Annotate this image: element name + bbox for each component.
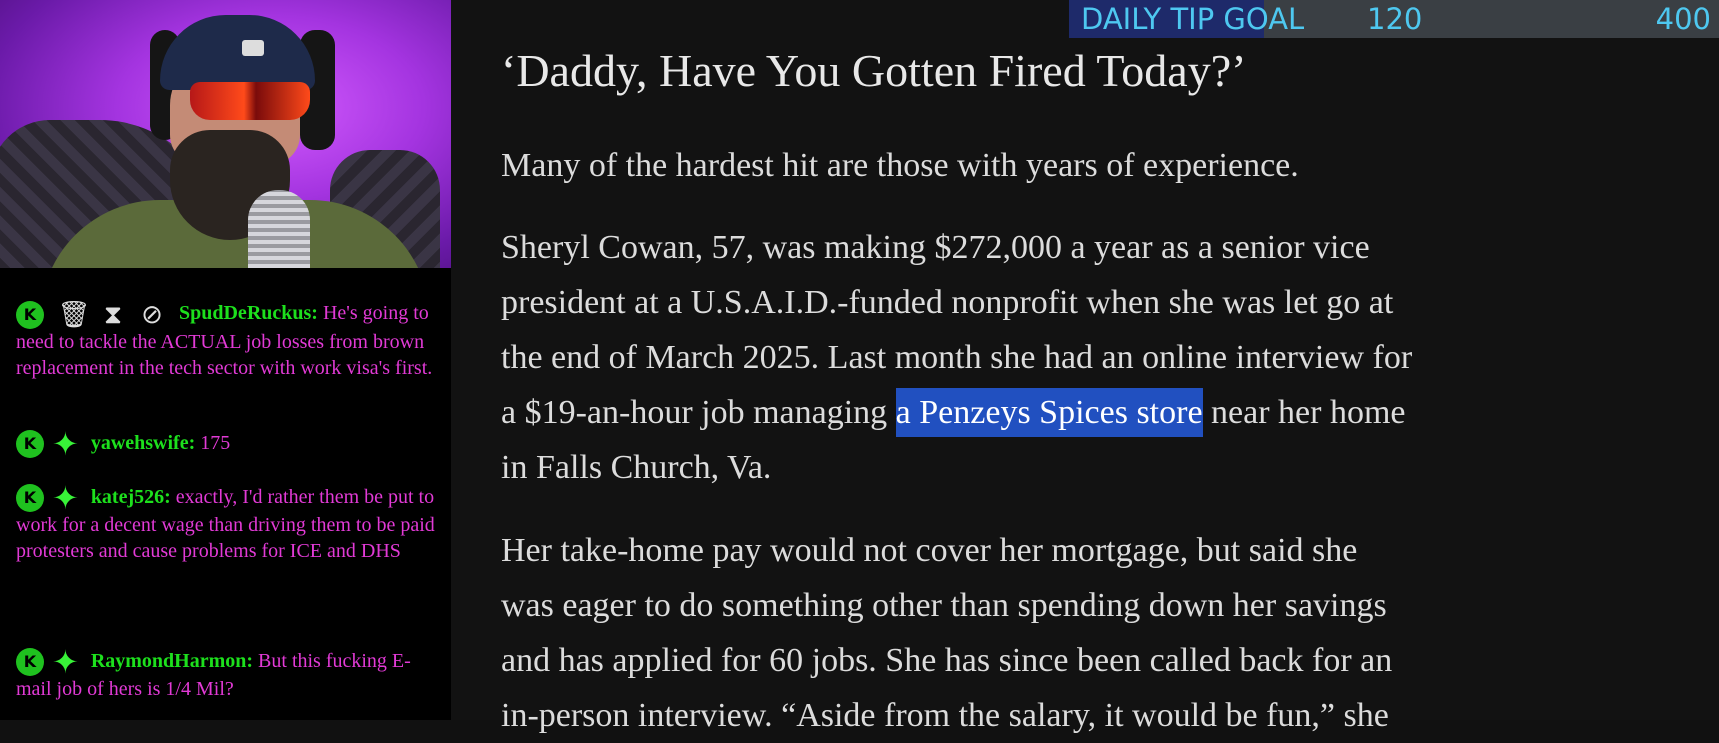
paragraph-line: and has applied for 60 jobs. She has sin… xyxy=(501,642,1393,679)
message-badges: K 🗑 ⧗ ⊘ xyxy=(16,300,169,329)
sparkle-icon: ✦ xyxy=(52,425,79,464)
chat-username[interactable]: SpudDeRuckus: xyxy=(179,302,318,324)
chat-text: 175 xyxy=(200,432,231,454)
sparkle-icon: ✦ xyxy=(52,643,79,682)
article-title: ‘Daddy, Have You Gotten Fired Today?’ xyxy=(501,45,1247,96)
ban-icon[interactable]: ⊘ xyxy=(135,302,169,328)
chat-username[interactable]: katej526: xyxy=(91,486,171,508)
sparkle-icon: ✦ xyxy=(52,479,79,518)
chat-message: K ✦ katej526: exactly, I'd rather them be … xyxy=(16,479,446,564)
tip-goal-target: 400 xyxy=(1655,2,1711,36)
chat-username[interactable]: RaymondHarmon: xyxy=(91,650,253,672)
tip-goal-bar: DAILY TIP GOAL 120 400 xyxy=(1069,0,1719,38)
paragraph-line: was eager to do something other than spe… xyxy=(501,587,1387,624)
selected-link-text[interactable]: a Penzeys Spices store xyxy=(895,388,1203,437)
cap-logo xyxy=(242,40,264,56)
paragraph-line: a $19-an-hour job managing a Penzeys Spi… xyxy=(501,385,1611,440)
kick-badge-icon: K xyxy=(16,648,44,677)
kick-badge-icon: K xyxy=(16,300,44,329)
tip-goal-current: 120 xyxy=(1367,2,1423,36)
trash-icon[interactable]: 🗑 xyxy=(57,302,91,328)
kick-badge-icon: K xyxy=(16,430,44,459)
line-text: a $19-an-hour job managing xyxy=(501,394,896,431)
chat-message: K ✦ RaymondHarmon: But this fucking E-mail… xyxy=(16,643,446,702)
paragraph-line: president at a U.S.A.I.D.-funded nonprof… xyxy=(501,284,1394,321)
chat-message: K ✦ yawehswife: 175 xyxy=(16,425,446,464)
article-paragraph-1: Sheryl Cowan, 57, was making $272,000 a … xyxy=(501,220,1611,495)
paragraph-line: in Falls Church, Va. xyxy=(501,449,772,486)
microphone xyxy=(248,190,310,268)
sunglasses xyxy=(190,82,310,120)
chat-text: exactly, I'd rather them be put to work … xyxy=(16,486,435,563)
kick-badge-icon: K xyxy=(16,484,44,513)
paragraph-line: in-person interview. “Aside from the sal… xyxy=(501,697,1389,734)
paragraph-line: Her take-home pay would not cover her mo… xyxy=(501,532,1358,569)
tip-goal-label: DAILY TIP GOAL xyxy=(1081,2,1305,36)
line-text: near her home xyxy=(1202,394,1406,431)
paragraph-line: Sheryl Cowan, 57, was making $272,000 a … xyxy=(501,229,1370,266)
chat-username[interactable]: yawehswife: xyxy=(91,432,195,454)
chat-message: K 🗑 ⧗ ⊘ SpudDeRuckus: He's going to need… xyxy=(16,300,446,381)
article-subtitle: Many of the hardest hit are those with y… xyxy=(501,147,1299,184)
paragraph-line: the end of March 2025. Last month she ha… xyxy=(501,339,1413,376)
article-paragraph-2: Her take-home pay would not cover her mo… xyxy=(501,523,1611,743)
webcam-feed xyxy=(0,0,451,268)
chat-panel: K 🗑 ⧗ ⊘ SpudDeRuckus: He's going to need… xyxy=(0,268,451,720)
streamer-cap xyxy=(160,15,315,90)
hourglass-icon[interactable]: ⧗ xyxy=(96,302,130,328)
